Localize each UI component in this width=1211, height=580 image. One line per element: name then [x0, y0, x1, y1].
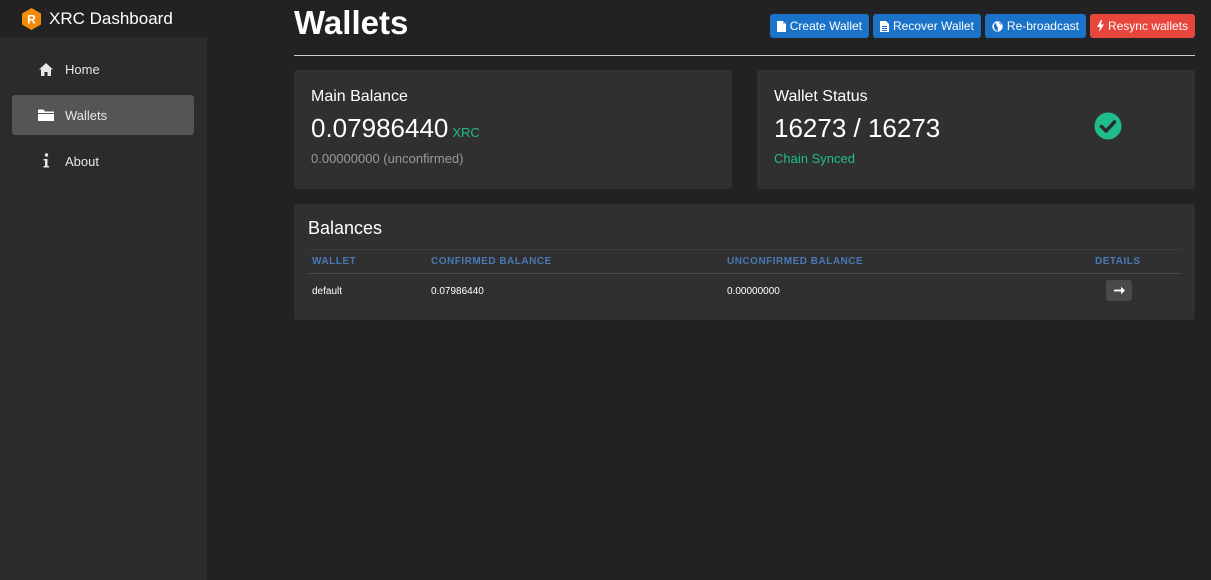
- xrc-logo-icon: R: [21, 7, 42, 30]
- page-title: Wallets: [294, 4, 409, 41]
- file-text-icon: [880, 20, 889, 32]
- brand[interactable]: R XRC Dashboard: [0, 0, 207, 37]
- bolt-icon: [1096, 20, 1104, 32]
- resync-wallets-label: Resync wallets: [1107, 19, 1188, 33]
- sidebar-item-label: Home: [65, 61, 100, 77]
- recover-wallet-label: Recover Wallet: [893, 19, 974, 33]
- sidebar-item-home[interactable]: Home: [12, 49, 194, 89]
- file-icon: [776, 20, 786, 32]
- balances-title: Balances: [308, 218, 383, 238]
- title-divider: [294, 55, 1195, 56]
- wallet-details-button[interactable]: [1106, 280, 1132, 301]
- toolbar: Create Wallet Recover Wallet Re-broadcas…: [769, 14, 1195, 38]
- currency-unit: XRC: [452, 125, 480, 140]
- rebroadcast-label: Re-broadcast: [1006, 19, 1079, 33]
- recover-wallet-button[interactable]: Recover Wallet: [873, 14, 981, 38]
- main-balance-value: 0.07986440: [311, 113, 449, 143]
- home-icon: [38, 61, 54, 77]
- sidebar-item-label: About: [65, 153, 99, 169]
- table-row: default 0.07986440 0.00000000: [308, 274, 1181, 308]
- column-header-confirmed: CONFIRMED BALANCE: [431, 256, 552, 267]
- resync-wallets-button[interactable]: Resync wallets: [1089, 14, 1195, 38]
- sidebar-nav: Home Wallets About: [0, 37, 207, 181]
- column-header-wallet: WALLET: [312, 256, 357, 267]
- main-balance-card: Main Balance 0.07986440 XRC 0.00000000 (…: [294, 70, 732, 189]
- balances-card: Balances WALLET CONFIRMED BALANCE UNCONF…: [294, 204, 1195, 320]
- create-wallet-button[interactable]: Create Wallet: [769, 14, 869, 38]
- globe-icon: [992, 20, 1003, 32]
- unconfirmed-balance-cell: 0.00000000: [727, 285, 780, 297]
- sync-status: Chain Synced: [774, 151, 855, 166]
- table-header: WALLET CONFIRMED BALANCE UNCONFIRMED BAL…: [308, 250, 1181, 274]
- block-height: 16273 / 16273: [774, 113, 941, 143]
- app-title: XRC Dashboard: [49, 8, 173, 28]
- wallet-name-cell: default: [312, 285, 343, 297]
- sidebar: R XRC Dashboard Home Wallets About: [0, 0, 207, 580]
- check-circle-icon: [1094, 112, 1122, 145]
- sidebar-item-label: Wallets: [65, 107, 108, 123]
- main-balance-title: Main Balance: [311, 88, 408, 105]
- wallet-status-card: Wallet Status 16273 / 16273 Chain Synced: [757, 70, 1195, 189]
- main-balance-value-row: 0.07986440 XRC: [311, 113, 480, 144]
- sidebar-item-about[interactable]: About: [12, 141, 194, 181]
- sidebar-item-wallets[interactable]: Wallets: [12, 95, 194, 135]
- column-header-unconfirmed: UNCONFIRMED BALANCE: [727, 256, 864, 267]
- folder-icon: [38, 107, 54, 123]
- wallet-status-title: Wallet Status: [774, 88, 868, 105]
- confirmed-balance-cell: 0.07986440: [431, 285, 484, 297]
- balances-table: WALLET CONFIRMED BALANCE UNCONFIRMED BAL…: [308, 249, 1181, 308]
- column-header-details: DETAILS: [1095, 256, 1141, 267]
- info-icon: [38, 153, 54, 169]
- svg-text:R: R: [27, 12, 36, 26]
- create-wallet-label: Create Wallet: [789, 19, 862, 33]
- unconfirmed-balance: 0.00000000 (unconfirmed): [311, 151, 464, 166]
- arrow-right-icon: [1113, 286, 1125, 295]
- rebroadcast-button[interactable]: Re-broadcast: [984, 14, 1086, 38]
